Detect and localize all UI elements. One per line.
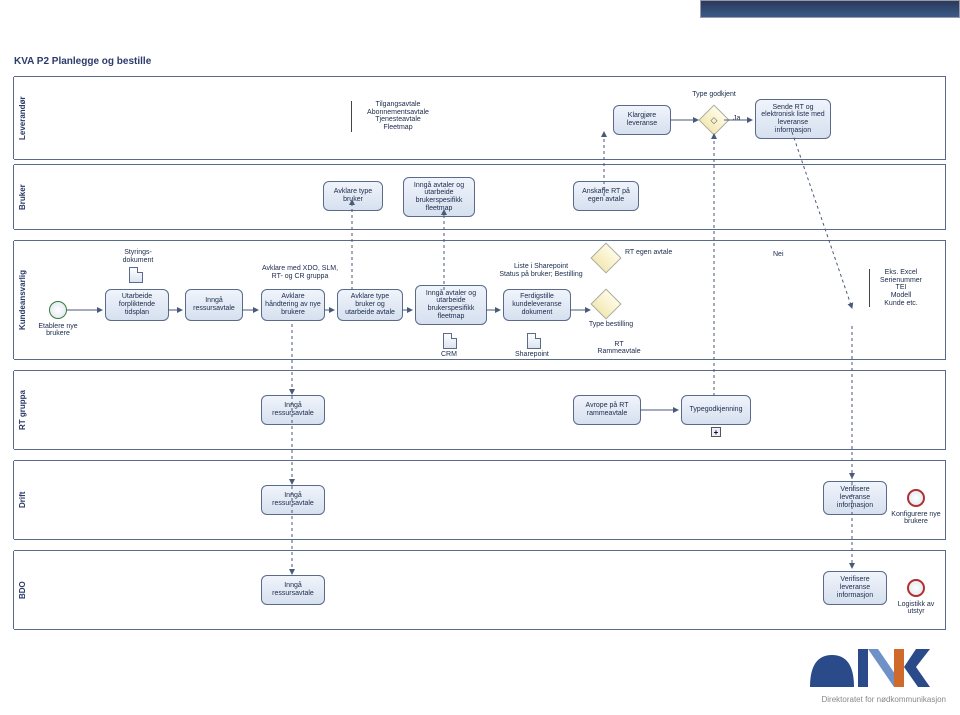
lane-bdo: BDO Inngå ressursavtale Verifisere lever… xyxy=(14,550,946,630)
lane-label-rt-gruppa: RT gruppa xyxy=(13,371,31,449)
task-avklare-handtering: Avklare håndtering av nye brukere xyxy=(261,289,325,321)
task-verifisere-leveranse-bdo: Verifisere leveranse informasjon xyxy=(823,571,887,605)
end-event-konfigurere xyxy=(907,489,925,507)
label-rt-rammeavtale: RTRammeavtale xyxy=(589,341,649,355)
gateway-rt-egen-avtale xyxy=(590,242,621,273)
annotation-avtaler: TilgangsavtaleAbonnementsavtaleTjenestea… xyxy=(351,101,441,132)
task-avklare-type-bruker-avtale: Avklare type bruker og utarbeide avtale xyxy=(337,289,403,321)
subprocess-icon: + xyxy=(711,427,721,437)
logo-subtitle: Direktoratet for nødkommunikasjon xyxy=(822,695,947,704)
task-innga-ressursavtale-rtg: Inngå ressursavtale xyxy=(261,395,325,425)
flow-label-ja: Ja xyxy=(733,115,740,122)
document-icon-crm xyxy=(443,333,457,349)
task-anskaffe-rt-egen: Anskaffe RT på egen avtale xyxy=(573,181,639,211)
task-innga-ressursavtale-bdo: Inngå ressursavtale xyxy=(261,575,325,605)
start-event-etablere xyxy=(49,301,67,319)
task-innga-ressursavtale-dri: Inngå ressursavtale xyxy=(261,485,325,515)
task-innga-avtaler-fleetmap-kun: Inngå avtaler og utarbeide brukerspesifi… xyxy=(415,285,487,325)
logo-mark xyxy=(806,647,946,693)
task-verifisere-leveranse-dri: Verifisere leveranse informasjon xyxy=(823,481,887,515)
annotation-styringsdokument: Styrings-dokument xyxy=(113,249,163,264)
start-label-etablere: Etablere nye brukere xyxy=(33,323,83,337)
flow-label-nei: Nei xyxy=(773,251,784,258)
label-crm: CRM xyxy=(441,351,457,358)
header-banner xyxy=(700,0,960,18)
lane-label-bdo: BDO xyxy=(13,551,31,629)
diagram-title: KVA P2 Planlegge og bestille xyxy=(14,56,151,67)
task-innga-ressursavtale-kun: Inngå ressursavtale xyxy=(185,289,243,321)
task-sende-rt-liste: Sende RT og elektronisk liste med levera… xyxy=(755,99,831,139)
gateway-label-type-bestilling: Type bestilling xyxy=(581,321,641,328)
gateway-label-rt-egen-avtale: RT egen avtale xyxy=(625,249,685,256)
annotation-eks-excel: Eks. ExcelSerienummerTEIModellKunde etc. xyxy=(869,269,929,307)
lane-label-leverandor: Leverandør xyxy=(13,77,31,159)
lane-kundeansvarlig: Kundeansvarlig Etablere nye brukere Styr… xyxy=(14,240,946,360)
lane-drift: Drift Inngå ressursavtale Verifisere lev… xyxy=(14,460,946,540)
lane-label-kundeansvarlig: Kundeansvarlig xyxy=(13,241,31,359)
task-typegodkjenning: Typegodkjenning xyxy=(681,395,751,425)
lane-bruker: Bruker Avklare type bruker Inngå avtaler… xyxy=(14,164,946,230)
gateway-type-godkjent: ◇ xyxy=(698,104,729,135)
task-innga-avtaler-fleetmap: Inngå avtaler og utarbeide brukerspesifi… xyxy=(403,177,475,217)
end-label-konfigurere: Konfigurere nye brukere xyxy=(891,511,941,525)
logo-dnk: Direktoratet for nødkommunikasjon xyxy=(726,647,946,707)
end-label-logistikk: Logistikk av utstyr xyxy=(891,601,941,615)
lane-label-drift: Drift xyxy=(13,461,31,539)
task-utarbeide-tidsplan: Utarbeide forpliktende tidsplan xyxy=(105,289,169,321)
gateway-type-bestilling xyxy=(590,288,621,319)
task-ferdigstille-kundeleveranse: Ferdigstille kundeleveranse dokument xyxy=(503,289,571,321)
document-icon-sharepoint xyxy=(527,333,541,349)
gateway-label-type-godkjent: Type godkjent xyxy=(689,91,739,98)
document-icon-styrings xyxy=(129,267,143,283)
task-klargjore-leveranse: Klargjøre leveranse xyxy=(613,105,671,135)
label-sharepoint: Sharepoint xyxy=(515,351,549,358)
annotation-avklare-xdo: Avklare med XDO, SLM,RT- og CR gruppa xyxy=(255,265,345,280)
task-avklare-type-bruker: Avklare type bruker xyxy=(323,181,383,211)
lane-leverandor: Leverandør TilgangsavtaleAbonnementsavta… xyxy=(14,76,946,160)
annotation-sharepoint-liste: Liste i SharepointStatus på bruker; Best… xyxy=(491,263,591,278)
lane-label-bruker: Bruker xyxy=(13,165,31,229)
task-avrope-rt-rammeavtale: Avrope på RT rammeavtale xyxy=(573,395,641,425)
lane-rt-gruppa: RT gruppa Inngå ressursavtale Avrope på … xyxy=(14,370,946,450)
end-event-logistikk xyxy=(907,579,925,597)
